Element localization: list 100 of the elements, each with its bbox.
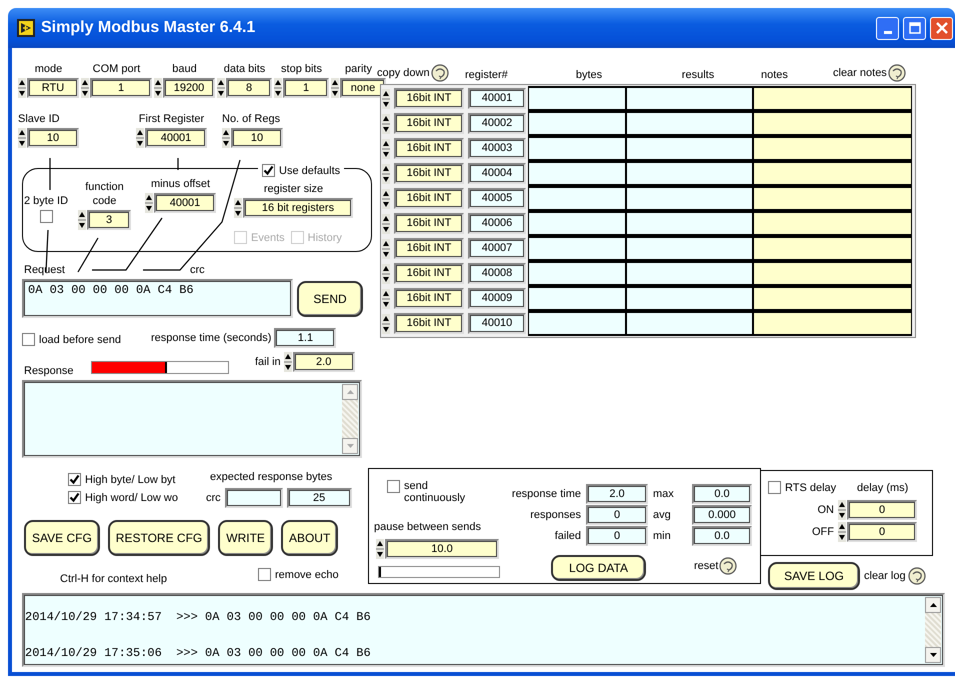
register-field[interactable]: 40008 xyxy=(468,263,526,284)
notes-field[interactable] xyxy=(753,236,912,261)
spin-arrows-icon[interactable] xyxy=(838,522,846,542)
spin-arrows-icon[interactable] xyxy=(382,138,390,158)
spin-arrows-icon[interactable] xyxy=(382,88,390,108)
register-field[interactable]: 40005 xyxy=(468,188,526,209)
numeric-field[interactable]: 3 xyxy=(87,210,131,230)
register-field[interactable]: 40001 xyxy=(468,88,526,109)
checkbox[interactable] xyxy=(68,473,81,486)
numeric-field[interactable]: 10 xyxy=(231,128,283,148)
numeric-field[interactable]: 0 xyxy=(847,500,917,520)
spin-arrows-icon[interactable] xyxy=(136,128,144,148)
button[interactable]: WRITE xyxy=(218,520,273,556)
numeric-field[interactable]: 40001 xyxy=(145,128,207,148)
notes-field[interactable] xyxy=(753,86,912,111)
type-field[interactable]: 16bit INT xyxy=(394,263,464,284)
spin-arrows-icon[interactable] xyxy=(222,128,230,148)
register-field[interactable]: 40009 xyxy=(468,288,526,309)
checkbox[interactable] xyxy=(768,481,781,494)
knob-icon[interactable] xyxy=(719,557,738,575)
notes-field[interactable] xyxy=(753,161,912,186)
spin-arrows-icon[interactable] xyxy=(234,198,242,218)
spin-arrows-icon[interactable] xyxy=(382,288,390,308)
spin-arrows-icon[interactable] xyxy=(217,78,225,98)
spin-arrows-icon[interactable] xyxy=(145,193,153,213)
spin-arrows-icon[interactable] xyxy=(382,188,390,208)
response-field[interactable] xyxy=(22,380,362,458)
knob-icon[interactable] xyxy=(908,567,926,585)
spin-arrows-icon[interactable] xyxy=(838,500,846,520)
request-field[interactable]: 0A 03 00 00 00 0A C4 B6 xyxy=(22,279,293,318)
spin-arrows-icon[interactable] xyxy=(382,114,390,134)
register-field[interactable]: 40002 xyxy=(468,113,526,134)
notes-field[interactable] xyxy=(753,186,912,211)
register-field[interactable]: 40010 xyxy=(468,313,526,334)
numeric-field[interactable]: 10.0 xyxy=(385,539,499,559)
spin-arrows-icon[interactable] xyxy=(382,264,390,284)
checkbox[interactable] xyxy=(262,164,275,177)
numeric-field[interactable]: 19200 xyxy=(163,78,215,98)
numeric-field[interactable]: none xyxy=(340,78,386,98)
numeric-field[interactable]: 2.0 xyxy=(292,352,355,372)
checkbox[interactable] xyxy=(22,333,35,346)
checkbox[interactable] xyxy=(258,568,271,581)
value-display: 0 xyxy=(586,505,648,525)
scroll-down-button[interactable] xyxy=(925,647,941,663)
button[interactable]: RESTORE CFG xyxy=(108,520,210,556)
spin-arrows-icon[interactable] xyxy=(284,352,292,372)
numeric-field[interactable]: 1 xyxy=(90,78,152,98)
numeric-field[interactable]: RTU xyxy=(27,78,79,98)
numeric-field[interactable]: 1 xyxy=(283,78,329,98)
notes-field[interactable] xyxy=(753,211,912,236)
numeric-field[interactable]: 10 xyxy=(27,128,79,148)
notes-field[interactable] xyxy=(753,286,912,311)
type-field[interactable]: 16bit INT xyxy=(394,288,464,309)
spin-arrows-icon[interactable] xyxy=(274,78,282,98)
numeric-field[interactable]: 0 xyxy=(847,522,917,542)
spin-arrows-icon[interactable] xyxy=(78,210,86,230)
register-field[interactable]: 40003 xyxy=(468,138,526,159)
spin-arrows-icon[interactable] xyxy=(154,78,162,98)
register-field[interactable]: 40007 xyxy=(468,238,526,259)
knob-icon[interactable] xyxy=(888,64,906,82)
numeric-field[interactable]: 8 xyxy=(226,78,272,98)
spin-arrows-icon[interactable] xyxy=(18,128,26,148)
notes-field[interactable] xyxy=(753,261,912,286)
register-field[interactable]: 40004 xyxy=(468,163,526,184)
minimize-button[interactable] xyxy=(876,16,899,40)
checkbox[interactable] xyxy=(387,480,400,493)
type-field[interactable]: 16bit INT xyxy=(394,88,464,109)
type-field[interactable]: 16bit INT xyxy=(394,113,464,134)
checkbox[interactable] xyxy=(40,210,53,223)
register-field[interactable]: 40006 xyxy=(468,213,526,234)
button[interactable]: LOG DATA xyxy=(551,555,646,581)
knob-icon[interactable] xyxy=(430,64,449,82)
numeric-field[interactable]: 16 bit registers xyxy=(243,198,353,218)
numeric-field[interactable]: 40001 xyxy=(154,193,216,213)
spin-arrows-icon[interactable] xyxy=(331,78,339,98)
type-field[interactable]: 16bit INT xyxy=(394,313,464,334)
scrollbar[interactable] xyxy=(925,597,941,663)
spin-arrows-icon[interactable] xyxy=(382,214,390,234)
checkbox[interactable] xyxy=(68,491,81,504)
type-field[interactable]: 16bit INT xyxy=(394,163,464,184)
notes-field[interactable] xyxy=(753,136,912,161)
maximize-button[interactable] xyxy=(903,16,926,40)
spin-arrows-icon[interactable] xyxy=(382,238,390,258)
notes-field[interactable] xyxy=(753,311,912,336)
spin-arrows-icon[interactable] xyxy=(382,164,390,184)
type-field[interactable]: 16bit INT xyxy=(394,213,464,234)
spin-arrows-icon[interactable] xyxy=(18,78,26,98)
button[interactable]: SAVE LOG xyxy=(768,562,860,590)
close-button[interactable] xyxy=(930,16,953,40)
button[interactable]: SAVE CFG xyxy=(24,520,100,556)
spin-arrows-icon[interactable] xyxy=(81,78,89,98)
button[interactable]: ABOUT xyxy=(280,520,338,556)
button[interactable]: SEND xyxy=(297,281,363,317)
type-field[interactable]: 16bit INT xyxy=(394,188,464,209)
scroll-up-button[interactable] xyxy=(925,597,941,613)
spin-arrows-icon[interactable] xyxy=(382,314,390,334)
spin-arrows-icon[interactable] xyxy=(376,539,384,559)
notes-field[interactable] xyxy=(753,111,912,136)
type-field[interactable]: 16bit INT xyxy=(394,138,464,159)
type-field[interactable]: 16bit INT xyxy=(394,238,464,259)
